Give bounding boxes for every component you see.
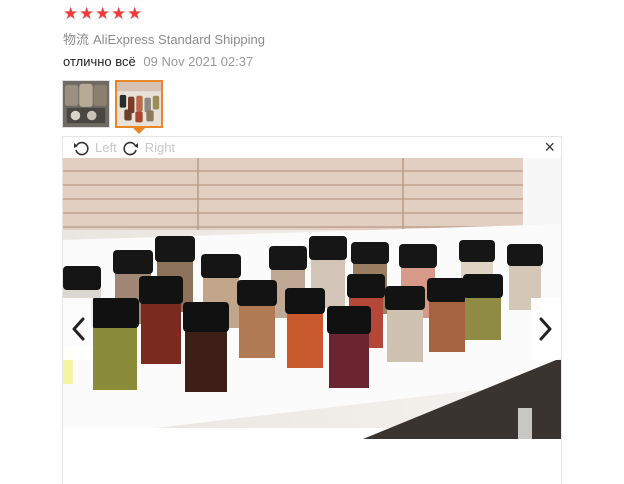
rating-stars: ★ ★ ★ ★ ★	[63, 5, 142, 22]
logistics-label: 物流	[63, 32, 90, 47]
close-viewer-button[interactable]: ×	[544, 138, 555, 156]
rotate-left-label: Left	[95, 140, 117, 155]
review-text: отлично всё	[63, 54, 136, 69]
selected-thumbnail-indicator	[133, 128, 145, 134]
previous-image-button[interactable]	[63, 298, 93, 360]
rotate-left-button[interactable]: Left	[73, 140, 117, 156]
shipping-info: 物流 AliExpress Standard Shipping	[63, 29, 265, 48]
next-image-button[interactable]	[531, 298, 561, 360]
rotate-right-label: Right	[144, 140, 176, 155]
viewer-toolbar: Left Right ×	[63, 137, 561, 158]
image-viewer: Left Right ×	[62, 136, 562, 484]
review-thumbnail-1[interactable]	[62, 80, 110, 128]
star-icon: ★	[79, 4, 95, 23]
shipping-method: AliExpress Standard Shipping	[93, 32, 266, 47]
review-date: 09 Nov 2021 02:37	[143, 54, 254, 69]
review-thumbnail-2-selected[interactable]	[115, 80, 163, 128]
review-thumbnails	[62, 80, 163, 128]
rotate-right-button[interactable]: Right	[123, 140, 175, 156]
star-icon: ★	[95, 4, 111, 23]
chevron-left-icon	[72, 317, 85, 341]
star-icon: ★	[127, 4, 143, 23]
star-icon: ★	[63, 4, 79, 23]
review-content: отлично всё 09 Nov 2021 02:37	[63, 54, 253, 69]
review-photo	[63, 158, 561, 439]
rotate-right-icon	[123, 141, 138, 155]
chevron-right-icon	[539, 317, 552, 341]
spice-jars-photo	[63, 158, 561, 439]
rotate-left-icon	[74, 141, 89, 155]
star-icon: ★	[111, 4, 127, 23]
